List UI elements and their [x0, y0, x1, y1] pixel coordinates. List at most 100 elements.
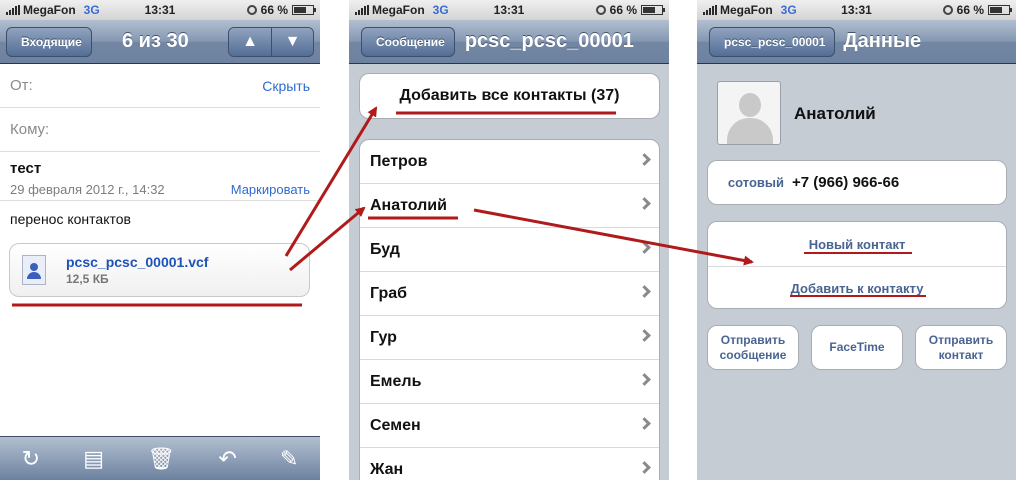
compose-icon[interactable]: ✎	[280, 446, 298, 472]
contact-name: Граб	[370, 284, 408, 302]
phone-row[interactable]: сотовый +7 (966) 966-66	[707, 160, 1007, 205]
contact-row[interactable]: Буд	[360, 228, 659, 272]
to-label: Кому:	[10, 121, 50, 138]
chevron-right-icon	[638, 153, 651, 166]
hide-details-link[interactable]: Скрыть	[262, 78, 310, 94]
signal-icon	[6, 5, 20, 15]
contact-row[interactable]: Анатолий	[360, 184, 659, 228]
chevron-right-icon	[638, 417, 651, 430]
contact-row[interactable]: Жан	[360, 448, 659, 480]
network-label: 3G	[432, 3, 449, 17]
add-to-contact-button[interactable]: Добавить к контакту	[708, 266, 1006, 310]
facetime-button[interactable]: FaceTime	[811, 325, 903, 370]
mail-screen: MegaFon 3G 13:31 66 % Входящие 6 из 30 ▲…	[0, 0, 320, 480]
vcf-back-button[interactable]: pcsc_pcsc_00001	[709, 26, 836, 57]
carrier-label: MegaFon	[23, 3, 76, 17]
contact-actions: Новый контакт Добавить к контакту	[707, 221, 1007, 309]
rotation-lock-icon	[595, 5, 606, 15]
contact-name: Петров	[370, 152, 428, 170]
chevron-right-icon	[638, 197, 651, 210]
status-bar: MegaFon 3G 13:31 66 %	[349, 0, 669, 20]
redaction	[432, 415, 498, 437]
redaction	[436, 371, 488, 393]
detail-navbar: pcsc_pcsc_00001 Данные	[697, 20, 1016, 64]
detail-title: Данные	[843, 30, 922, 52]
vcard-file-icon	[22, 255, 46, 285]
message-body: перенос контактов	[10, 211, 131, 227]
redaction	[420, 283, 510, 305]
contact-row[interactable]: Петров	[360, 140, 659, 184]
redaction	[410, 327, 458, 349]
mail-toolbar: ↻ ▤ 🗑 ↶ ✎	[0, 436, 320, 480]
contact-detail-screen: MegaFon 3G 13:31 66 % pcsc_pcsc_00001 Да…	[697, 0, 1016, 480]
avatar-placeholder-icon	[717, 81, 781, 145]
chevron-right-icon	[638, 285, 651, 298]
network-label: 3G	[83, 3, 100, 17]
network-label: 3G	[780, 3, 797, 17]
message-subject: тест	[10, 160, 42, 177]
contact-name: Жан	[370, 460, 404, 478]
mail-navbar: Входящие 6 из 30 ▲ ▼	[0, 20, 320, 64]
previous-message-arrow-up-icon[interactable]: ▲	[229, 28, 271, 56]
signal-icon	[355, 5, 369, 15]
contact-name: Семен	[370, 416, 421, 434]
attachment-size: 12,5 КБ	[66, 272, 109, 286]
phone-type-label: сотовый	[727, 175, 784, 190]
contacts-list-screen: MegaFon 3G 13:31 66 % Сообщение pcsc_pcs…	[349, 0, 669, 480]
vcf-title: pcsc_pcsc_00001	[464, 30, 634, 52]
send-contact-button[interactable]: Отправить контакт	[915, 325, 1007, 370]
rotation-lock-icon	[246, 5, 257, 15]
carrier-label: MegaFon	[720, 3, 773, 17]
signal-icon	[703, 5, 717, 15]
contact-name: Анатолий	[370, 196, 447, 214]
subject-block: тест 29 февраля 2012 г., 14:32 Маркирова…	[0, 152, 320, 201]
phone-number: +7 (966) 966-66	[792, 174, 900, 191]
add-all-contacts-button[interactable]: Добавить все контакты (37)	[359, 73, 660, 119]
battery-icon	[988, 5, 1012, 15]
inbox-back-button[interactable]: Входящие	[6, 26, 92, 57]
contact-name: Анатолий	[794, 104, 876, 123]
redaction	[406, 459, 446, 480]
next-message-arrow-down-icon[interactable]: ▼	[271, 28, 313, 56]
contact-row[interactable]: Гур	[360, 316, 659, 360]
chevron-right-icon	[638, 373, 651, 386]
message-back-button[interactable]: Сообщение	[361, 26, 455, 57]
contact-name: Гур	[370, 328, 397, 346]
message-nav-group: ▲ ▼	[228, 27, 314, 57]
contact-row[interactable]: Граб	[360, 272, 659, 316]
battery-label: 66 %	[956, 3, 984, 17]
vcf-attachment[interactable]: pcsc_pcsc_00001.vcf 12,5 КБ	[9, 243, 310, 297]
contact-row[interactable]: Семен	[360, 404, 659, 448]
trash-icon[interactable]: 🗑	[147, 446, 175, 472]
carrier-label: MegaFon	[372, 3, 425, 17]
message-date: 29 февраля 2012 г., 14:32	[10, 182, 165, 197]
rotation-lock-icon	[942, 5, 953, 15]
contact-name: Емель	[370, 372, 422, 390]
mark-link[interactable]: Маркировать	[231, 182, 310, 197]
status-bar: MegaFon 3G 13:31 66 %	[0, 0, 320, 20]
battery-icon	[292, 5, 316, 15]
attachment-name: pcsc_pcsc_00001.vcf	[66, 254, 209, 270]
new-contact-button[interactable]: Новый контакт	[708, 222, 1006, 266]
from-label: От:	[10, 77, 33, 94]
from-row: От: Скрыть	[0, 64, 320, 108]
battery-label: 66 %	[260, 3, 288, 17]
redaction	[446, 151, 488, 173]
chevron-right-icon	[638, 241, 651, 254]
battery-icon	[641, 5, 665, 15]
to-row: Кому:	[0, 108, 320, 152]
contact-row[interactable]: Емель	[360, 360, 659, 404]
contacts-navbar: Сообщение pcsc_pcsc_00001	[349, 20, 669, 64]
contact-list: Петров Анатолий Буд Граб Гур Емель Семен…	[359, 139, 660, 480]
redaction	[408, 239, 468, 261]
battery-label: 66 %	[609, 3, 637, 17]
reply-icon[interactable]: ↶	[218, 446, 236, 472]
refresh-icon[interactable]: ↻	[22, 446, 40, 472]
contact-name: Буд	[370, 240, 400, 258]
send-message-button[interactable]: Отправить сообщение	[707, 325, 799, 370]
chevron-right-icon	[638, 329, 651, 342]
folder-icon[interactable]: ▤	[83, 446, 104, 472]
message-counter: 6 из 30	[122, 30, 189, 52]
status-bar: MegaFon 3G 13:31 66 %	[697, 0, 1016, 20]
chevron-right-icon	[638, 461, 651, 474]
